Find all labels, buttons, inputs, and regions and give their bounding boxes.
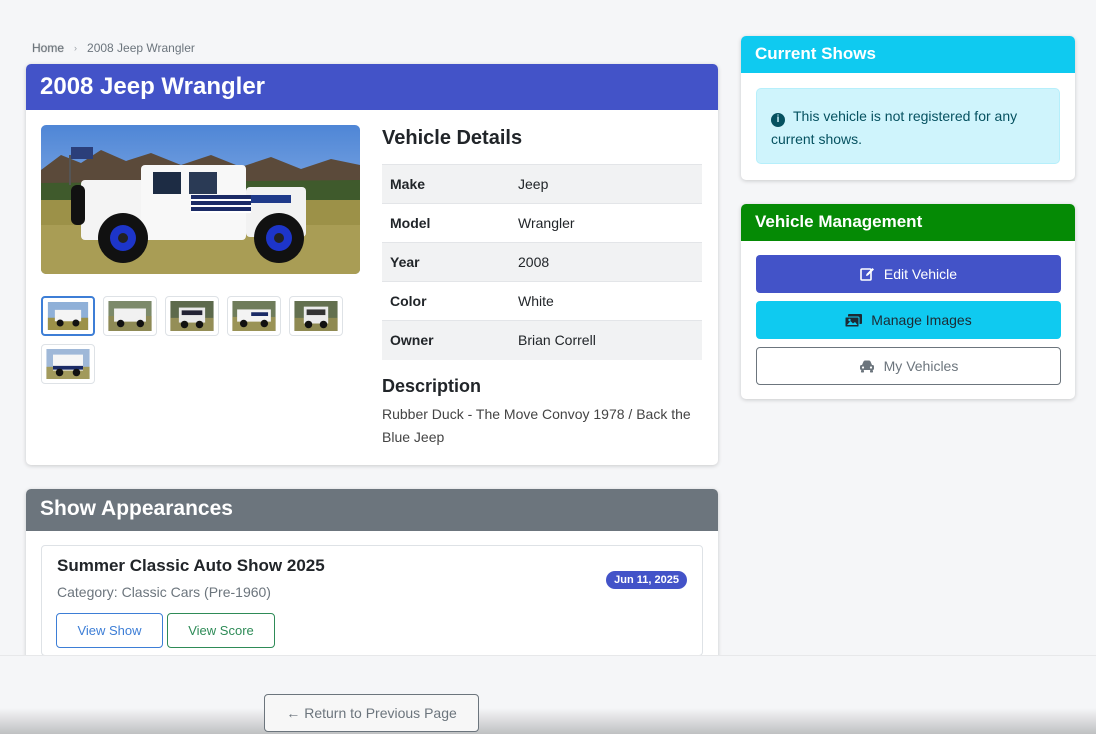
info-icon: i — [771, 112, 785, 127]
my-vehicles-label: My Vehicles — [883, 358, 959, 374]
thumbnail-5[interactable] — [289, 296, 343, 336]
vehicle-management-card: Vehicle Management Edit Vehicle Manage I… — [741, 204, 1075, 399]
bottom-shadow — [0, 708, 1096, 734]
show-appearances-title: Show Appearances — [26, 489, 718, 531]
description-title: Description — [382, 375, 482, 396]
detail-row-make: Make Jeep — [382, 164, 702, 204]
edit-vehicle-label: Edit Vehicle — [883, 266, 958, 282]
manage-images-label: Manage Images — [871, 312, 972, 328]
show-item: Summer Classic Auto Show 2025 Category: … — [41, 545, 703, 656]
jeep-thumbnail-icon — [294, 301, 338, 331]
detail-value: 2008 — [510, 242, 702, 282]
detail-value: White — [510, 281, 702, 321]
view-show-button[interactable]: View Show — [56, 613, 163, 648]
current-shows-title: Current Shows — [741, 36, 1075, 73]
breadcrumb-home-link[interactable]: Home — [32, 41, 64, 55]
my-vehicles-button[interactable]: My Vehicles — [756, 347, 1061, 385]
no-shows-alert: i This vehicle is not registered for any … — [756, 88, 1060, 164]
detail-row-owner: Owner Brian Correll — [382, 320, 702, 360]
breadcrumb: Home › 2008 Jeep Wrangler — [32, 41, 195, 55]
description-text: Rubber Duck - The Move Convoy 1978 / Bac… — [382, 405, 691, 445]
detail-row-year: Year 2008 — [382, 242, 702, 282]
no-shows-message: This vehicle is not registered for any c… — [771, 108, 1018, 147]
jeep-photo-illustration — [41, 125, 360, 274]
thumbnail-6[interactable] — [41, 344, 95, 384]
detail-value: Brian Correll — [510, 320, 702, 360]
thumbnail-1[interactable] — [41, 296, 95, 336]
detail-label: Model — [382, 203, 510, 243]
thumbnail-3[interactable] — [165, 296, 219, 336]
jeep-thumbnail-icon — [108, 301, 152, 331]
vehicle-title: 2008 Jeep Wrangler — [26, 64, 718, 110]
detail-label: Color — [382, 281, 510, 321]
jeep-thumbnail-icon — [46, 349, 90, 379]
return-previous-button[interactable]: ← Return to Previous Page — [264, 694, 479, 732]
breadcrumb-current: 2008 Jeep Wrangler — [87, 41, 195, 55]
vehicle-details-table: Make Jeep Model Wrangler Year 2008 Color Whi… — [382, 164, 702, 360]
edit-icon — [860, 268, 874, 281]
show-category: Category: Classic Cars (Pre-1960) — [57, 584, 271, 600]
thumbnail-4[interactable] — [227, 296, 281, 336]
detail-label: Owner — [382, 320, 510, 360]
vehicle-card: 2008 Jeep Wrangler Vehicle Details Make … — [26, 64, 718, 465]
edit-vehicle-button[interactable]: Edit Vehicle — [756, 255, 1061, 293]
detail-row-color: Color White — [382, 281, 702, 321]
return-previous-label: Return to Previous Page — [304, 705, 457, 721]
jeep-thumbnail-icon — [47, 302, 89, 330]
show-date-badge: Jun 11, 2025 — [606, 571, 687, 589]
jeep-thumbnail-icon — [170, 301, 214, 331]
jeep-thumbnail-icon — [232, 301, 276, 331]
manage-images-button[interactable]: Manage Images — [756, 301, 1061, 339]
show-appearances-card: Show Appearances Summer Classic Auto Sho… — [26, 489, 718, 671]
detail-value: Wrangler — [510, 203, 702, 243]
vehicle-management-title: Vehicle Management — [741, 204, 1075, 241]
car-icon — [859, 360, 874, 372]
vehicle-details: Vehicle Details Make Jeep Model Wrangler Y… — [382, 124, 703, 449]
detail-value: Jeep — [510, 164, 702, 204]
view-score-button[interactable]: View Score — [167, 613, 275, 648]
arrow-left-icon: ← — [286, 705, 301, 721]
images-icon — [845, 313, 863, 327]
detail-row-model: Model Wrangler — [382, 203, 702, 243]
current-shows-card: Current Shows i This vehicle is not regis… — [741, 36, 1075, 180]
vehicle-main-photo[interactable] — [41, 125, 360, 274]
detail-label: Make — [382, 164, 510, 204]
vehicle-details-title: Vehicle Details — [382, 127, 523, 149]
detail-label: Year — [382, 242, 510, 282]
thumbnail-2[interactable] — [103, 296, 157, 336]
show-name: Summer Classic Auto Show 2025 — [57, 556, 325, 575]
breadcrumb-separator-icon: › — [74, 43, 78, 53]
